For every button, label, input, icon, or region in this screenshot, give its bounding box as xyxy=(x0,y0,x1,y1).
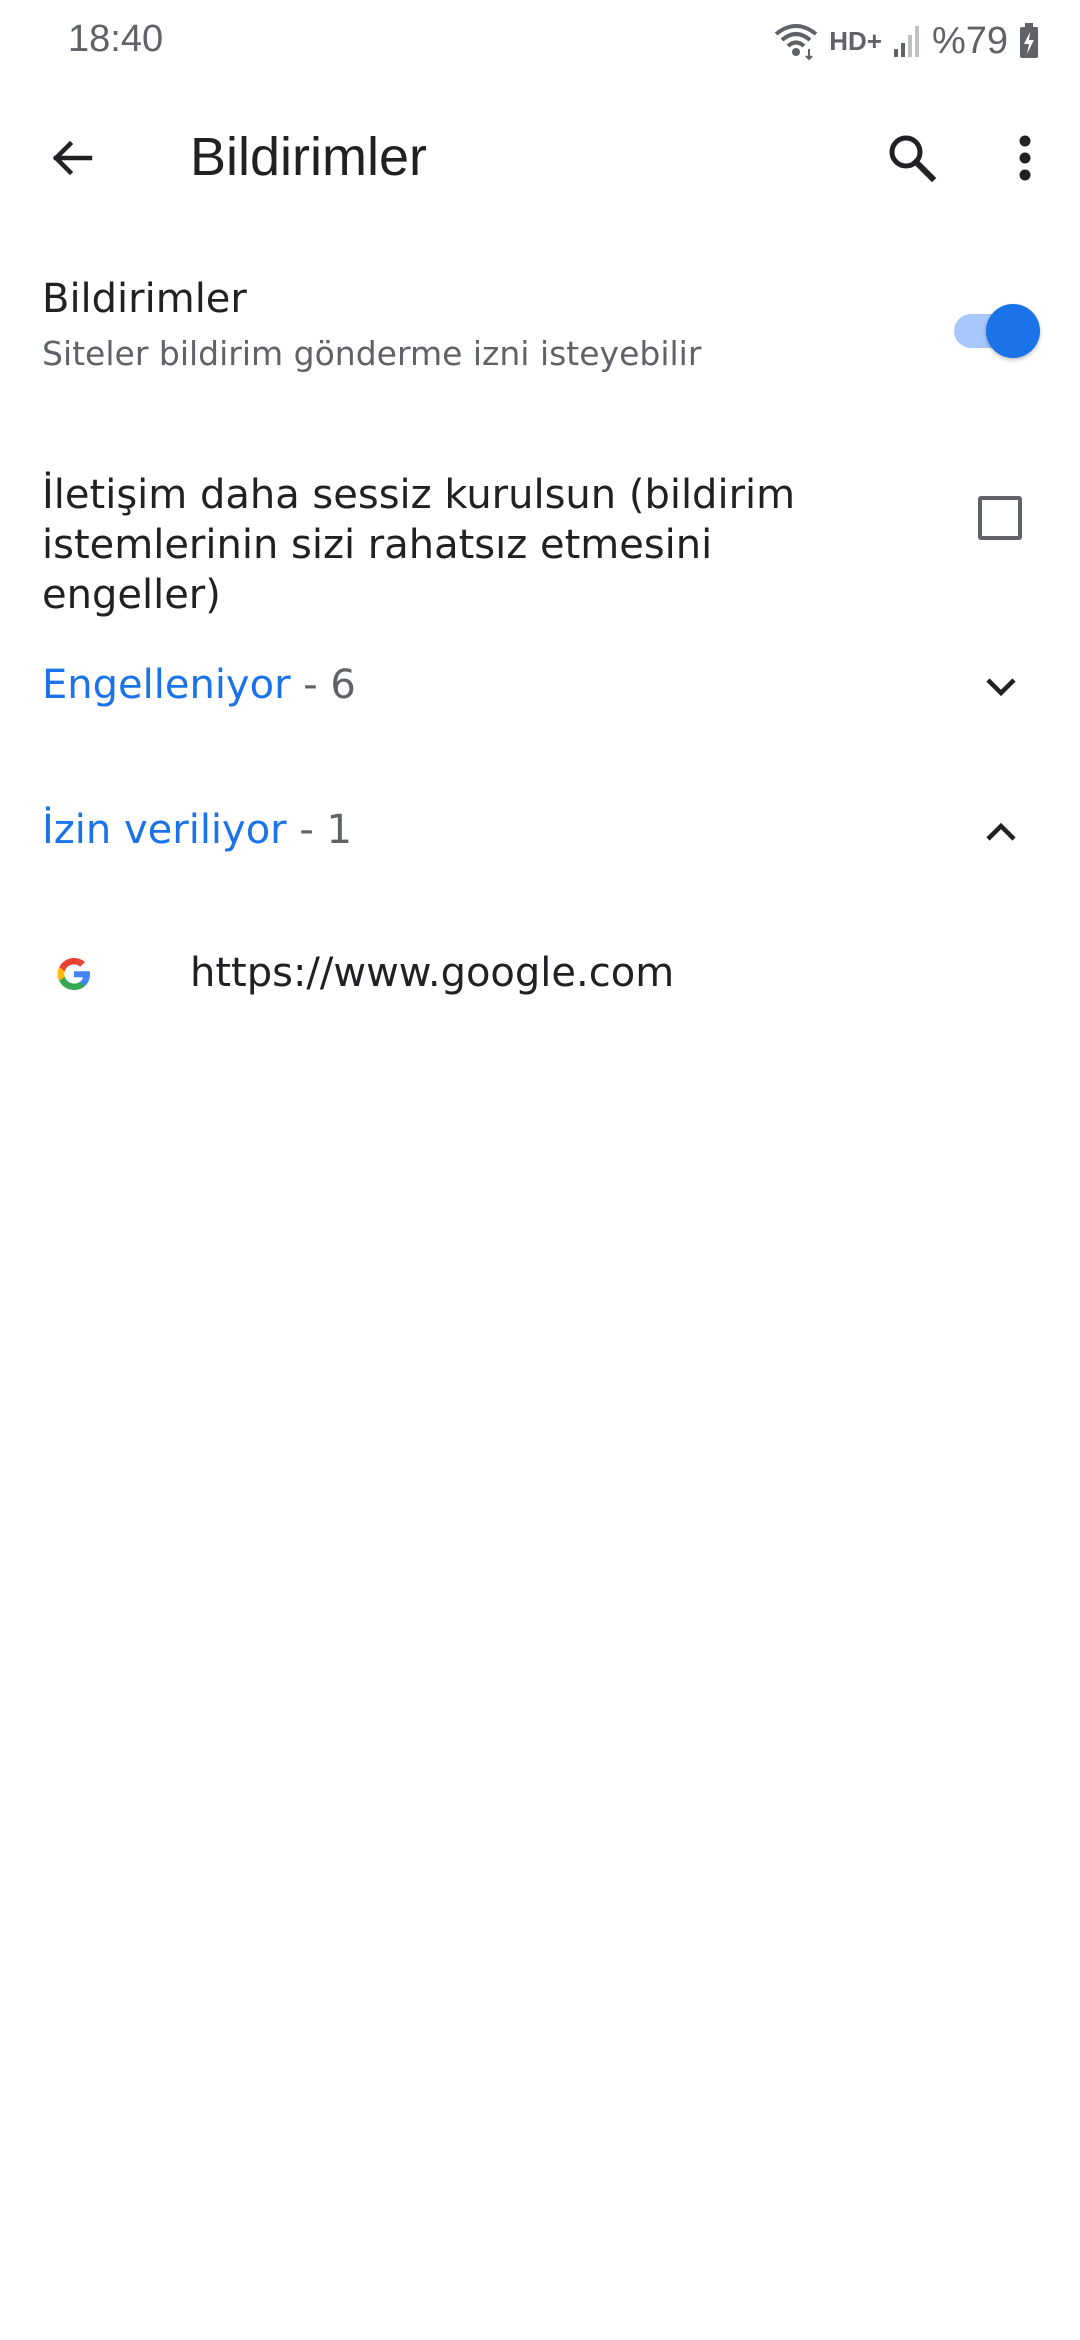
allowed-section-name: İzin veriliyor xyxy=(42,807,287,853)
status-time: 18:40 xyxy=(68,18,164,60)
notifications-toggle-row[interactable]: Bildirimler Siteler bildirim gönderme iz… xyxy=(0,252,1080,402)
collapse-allowed-button[interactable] xyxy=(976,809,1026,859)
blocked-section-name: Engelleniyor xyxy=(42,662,291,708)
switch-thumb xyxy=(986,304,1040,358)
status-bar: 18:40 HD+ %79 xyxy=(0,0,1080,84)
site-url: https://www.google.com xyxy=(190,950,675,996)
wifi-icon xyxy=(773,21,819,61)
battery-charging-icon xyxy=(1018,22,1040,60)
more-options-button[interactable] xyxy=(990,118,1060,202)
chevron-up-icon xyxy=(981,812,1021,856)
arrow-back-icon xyxy=(48,134,96,186)
quieter-messaging-checkbox[interactable] xyxy=(978,496,1022,540)
allowed-section-label: İzin veriliyor - 1 xyxy=(42,807,352,853)
chevron-down-icon xyxy=(981,667,1021,711)
allowed-section-header[interactable]: İzin veriliyor - 1 xyxy=(0,777,1080,887)
blocked-section-header[interactable]: Engelleniyor - 6 xyxy=(0,632,1080,742)
search-button[interactable] xyxy=(870,118,954,202)
app-bar: Bildirimler xyxy=(0,84,1080,232)
blocked-section-label: Engelleniyor - 6 xyxy=(42,662,356,708)
status-icons: HD+ %79 xyxy=(773,16,1040,66)
more-vert-icon xyxy=(1017,133,1033,187)
back-button[interactable] xyxy=(30,118,114,202)
google-icon xyxy=(54,954,94,994)
quieter-messaging-label: İletişim daha sessiz kurulsun (bildirim … xyxy=(42,472,796,618)
battery-percent: %79 xyxy=(931,19,1008,62)
quieter-messaging-row[interactable]: İletişim daha sessiz kurulsun (bildirim … xyxy=(0,452,1080,618)
notifications-setting-subtitle: Siteler bildirim gönderme izni isteyebil… xyxy=(42,334,702,373)
network-type: HD+ xyxy=(829,25,882,56)
page-title: Bildirimler xyxy=(190,127,428,187)
signal-icon xyxy=(892,23,922,59)
allowed-section-count: - 1 xyxy=(286,807,352,853)
expand-blocked-button[interactable] xyxy=(976,664,1026,714)
allowed-site-row[interactable]: https://www.google.com xyxy=(0,922,1080,1032)
notifications-setting-title: Bildirimler xyxy=(42,276,247,322)
blocked-section-count: - 6 xyxy=(290,662,356,708)
notifications-switch[interactable] xyxy=(950,300,1040,360)
search-icon xyxy=(886,132,938,188)
